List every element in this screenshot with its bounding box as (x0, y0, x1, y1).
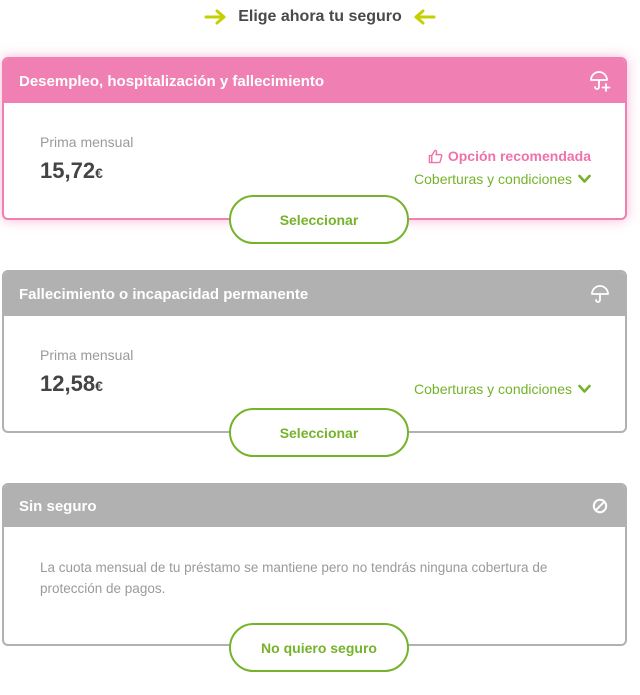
select-button[interactable]: Seleccionar (229, 195, 409, 244)
section-heading: Elige ahora tu seguro (0, 6, 640, 28)
premium-value: 15,72 (40, 158, 96, 183)
umbrella-plus-icon (589, 70, 611, 92)
currency-symbol: € (95, 378, 103, 394)
card-title: Sin seguro (19, 497, 97, 515)
currency-symbol: € (95, 165, 103, 181)
no-entry-icon (589, 495, 611, 517)
premium-value: 12,58 (40, 371, 96, 396)
card-title: Desempleo, hospitalización y fallecimien… (19, 72, 325, 90)
select-button[interactable]: Seleccionar (229, 408, 409, 457)
recommended-badge: Opción recomendada (428, 148, 591, 164)
thumbs-up-icon (428, 149, 443, 163)
arrow-left-icon (414, 9, 436, 25)
arrow-right-icon (204, 9, 226, 25)
coverage-link-label[interactable]: Coberturas y condiciones (414, 381, 572, 397)
card-header: Fallecimiento o incapacidad permanente (4, 272, 625, 316)
no-insurance-button[interactable]: No quiero seguro (229, 623, 409, 672)
card-header: Desempleo, hospitalización y fallecimien… (4, 59, 625, 103)
recommended-label: Opción recomendada (447, 148, 591, 164)
coverage-link[interactable]: Coberturas y condiciones (414, 171, 591, 187)
insurance-option-card: Sin seguro La cuota mensual de tu présta… (2, 483, 627, 646)
chevron-down-icon (578, 384, 591, 393)
section-title: Elige ahora tu seguro (238, 8, 402, 25)
coverage-link-label[interactable]: Coberturas y condiciones (414, 171, 572, 187)
premium-amount: 15,72€ (40, 158, 103, 184)
no-insurance-note: La cuota mensual de tu préstamo se manti… (40, 560, 548, 596)
premium-label: Prima mensual (40, 347, 134, 363)
card-title: Fallecimiento o incapacidad permanente (19, 285, 309, 303)
umbrella-icon (589, 283, 611, 305)
chevron-down-icon (578, 174, 591, 183)
premium-amount: 12,58€ (40, 371, 103, 397)
premium-label: Prima mensual (40, 134, 134, 150)
coverage-link[interactable]: Coberturas y condiciones (414, 381, 591, 397)
card-header: Sin seguro (4, 485, 625, 527)
